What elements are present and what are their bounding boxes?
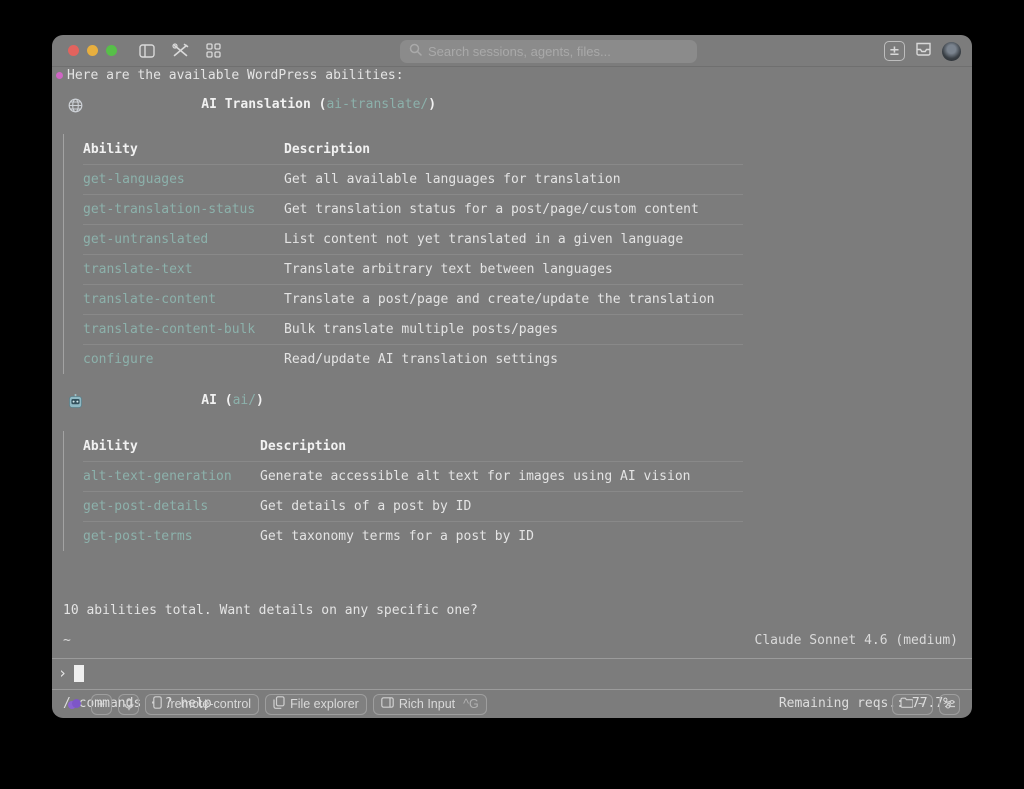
table-row: translate-content-bulkBulk translate mul… <box>83 314 743 344</box>
search-icon <box>409 43 422 61</box>
files-icon <box>273 696 285 712</box>
close-button[interactable] <box>68 45 79 56</box>
add-attachment-button[interactable]: + <box>91 694 112 715</box>
titlebar: ± <box>52 35 972 67</box>
column-header-description: Description <box>260 439 743 454</box>
terminal-window: ± Here are the available WordPress abili… <box>52 35 972 718</box>
grid-icon[interactable] <box>206 43 221 58</box>
section-title: AI ( <box>201 393 232 408</box>
section-namespace: ai/ <box>233 393 256 408</box>
summary-text: 10 abilities total. Want details on any … <box>63 602 478 620</box>
table-row: get-languagesGet all available languages… <box>83 164 743 194</box>
vim-mode-indicator: ~ <box>63 632 71 650</box>
message-bullet <box>56 72 63 79</box>
remote-control-button[interactable]: /remote-control <box>145 694 259 715</box>
section-header-ai-translation: AI Translation (ai-translate/) <box>68 96 436 114</box>
working-directory-button[interactable]: ~ <box>892 694 933 715</box>
table-row: get-untranslatedList content not yet tra… <box>83 224 743 254</box>
table-row: translate-textTranslate arbitrary text b… <box>83 254 743 284</box>
traffic-lights <box>68 45 117 56</box>
user-avatar[interactable] <box>942 42 961 61</box>
abilities-table-ai: Ability Description alt-text-generationG… <box>63 431 743 551</box>
table-row: alt-text-generationGenerate accessible a… <box>83 461 743 491</box>
brain-icon[interactable] <box>68 699 81 709</box>
divider <box>52 658 972 659</box>
column-header-ability: Ability <box>83 439 260 454</box>
sidebar-toggle-icon[interactable] <box>139 44 155 58</box>
import-button[interactable]: ± <box>884 41 905 61</box>
table-row: configureRead/update AI translation sett… <box>83 344 743 374</box>
microphone-button[interactable] <box>118 694 139 715</box>
folder-icon <box>900 697 913 711</box>
search-input[interactable] <box>428 44 688 59</box>
rich-input-icon <box>381 697 394 711</box>
table-row: get-post-detailsGet details of a post by… <box>83 491 743 521</box>
keyboard-shortcut: ^G <box>463 697 479 711</box>
bottom-toolbar: + /remote-control File explorer Rich Inp… <box>68 691 487 717</box>
text-cursor <box>74 665 84 682</box>
column-header-ability: Ability <box>83 142 284 157</box>
tools-icon[interactable] <box>172 43 189 58</box>
section-namespace: ai-translate/ <box>326 97 428 112</box>
table-header-row: Ability Description <box>83 431 743 461</box>
model-indicator[interactable]: Claude Sonnet 4.6 (medium) <box>755 632 959 650</box>
inbox-icon[interactable] <box>915 42 932 61</box>
table-row: get-post-termsGet taxonomy terms for a p… <box>83 521 743 551</box>
settings-sliders-button[interactable] <box>939 694 960 715</box>
search-bar[interactable] <box>400 40 697 63</box>
bottom-toolbar-right: ~ <box>892 691 960 717</box>
table-header-row: Ability Description <box>83 134 743 164</box>
table-row: translate-contentTranslate a post/page a… <box>83 284 743 314</box>
section-header-ai: AI (ai/) <box>68 392 264 410</box>
file-explorer-button[interactable]: File explorer <box>265 694 367 715</box>
phone-icon <box>153 696 162 712</box>
divider <box>52 689 972 690</box>
rich-input-button[interactable]: Rich Input ^G <box>373 694 487 715</box>
zoom-button[interactable] <box>106 45 117 56</box>
table-row: get-translation-statusGet translation st… <box>83 194 743 224</box>
minimize-button[interactable] <box>87 45 98 56</box>
prompt-input[interactable]: › <box>58 663 84 683</box>
terminal-content: Here are the available WordPress abiliti… <box>52 67 972 718</box>
column-header-description: Description <box>284 142 743 157</box>
section-title: AI Translation ( <box>201 97 326 112</box>
abilities-table-ai-translation: Ability Description get-languagesGet all… <box>63 134 743 374</box>
prompt-symbol: › <box>58 664 67 682</box>
